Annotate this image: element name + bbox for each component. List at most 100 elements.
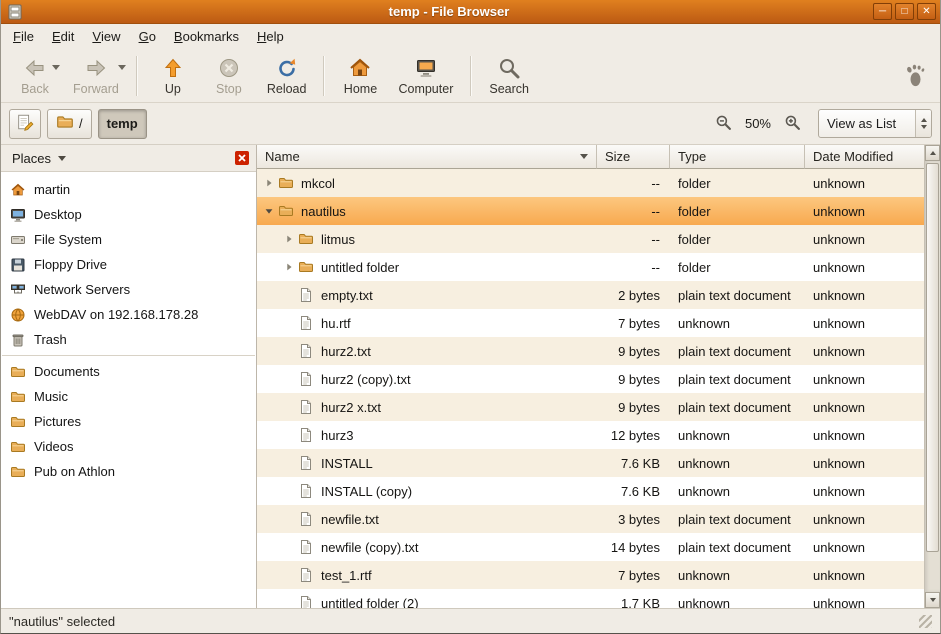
- expander-spacer: [281, 428, 296, 442]
- file-row-install-copy[interactable]: INSTALL (copy)7.6 KBunknownunknown: [257, 477, 924, 505]
- scroll-up-button[interactable]: [925, 145, 940, 161]
- file-row-install[interactable]: INSTALL7.6 KBunknownunknown: [257, 449, 924, 477]
- sidebar-item-music[interactable]: Music: [1, 384, 256, 409]
- trash-icon: [10, 332, 26, 348]
- view-mode-select[interactable]: View as List: [818, 109, 932, 138]
- file-row-untitled-folder-2[interactable]: untitled folder (2)1.7 KBunknownunknown: [257, 589, 924, 608]
- sidebar-item-trash[interactable]: Trash: [1, 327, 256, 352]
- sidebar-separator: [2, 355, 255, 356]
- sidebar-item-documents[interactable]: Documents: [1, 359, 256, 384]
- column-header-size[interactable]: Size: [597, 145, 670, 169]
- zoom-in-button[interactable]: [780, 112, 804, 136]
- sidebar-item-pub-on-athlon[interactable]: Pub on Athlon: [1, 459, 256, 484]
- toolbar-search-button[interactable]: Search: [479, 52, 539, 100]
- toolbar-home-button[interactable]: Home: [332, 52, 388, 100]
- combo-spinner-icon[interactable]: [915, 110, 931, 137]
- desktop-icon: [10, 207, 26, 223]
- expander-collapsed-icon[interactable]: [281, 232, 296, 246]
- expander-spacer: [281, 456, 296, 470]
- path-root-button[interactable]: /: [47, 109, 92, 139]
- toolbar-up-button[interactable]: Up: [145, 52, 201, 100]
- sidebar-item-file-system[interactable]: File System: [1, 227, 256, 252]
- sidebar-item-webdav-on-192-168-178-28[interactable]: WebDAV on 192.168.178.28: [1, 302, 256, 327]
- sidebar-item-network-servers[interactable]: Network Servers: [1, 277, 256, 302]
- search-icon: [497, 56, 521, 80]
- expander-collapsed-icon[interactable]: [281, 260, 296, 274]
- minimize-button[interactable]: ─: [873, 3, 892, 20]
- menu-item-file[interactable]: File: [4, 24, 43, 49]
- file-row-hu-rtf[interactable]: hu.rtf7 bytesunknownunknown: [257, 309, 924, 337]
- toolbar-computer-button[interactable]: Computer: [388, 52, 463, 100]
- toolbar-back-button: Back: [7, 52, 63, 100]
- up-icon: [161, 56, 185, 80]
- file-row-litmus[interactable]: litmus--folderunknown: [257, 225, 924, 253]
- home-icon: [348, 56, 372, 80]
- file-row-mkcol[interactable]: mkcol--folderunknown: [257, 169, 924, 197]
- close-button[interactable]: ✕: [917, 3, 936, 20]
- folder-icon: [10, 389, 26, 405]
- file-row-hurz3[interactable]: hurz312 bytesunknownunknown: [257, 421, 924, 449]
- file-row-untitled-folder[interactable]: untitled folder--folderunknown: [257, 253, 924, 281]
- toggle-location-entry-button[interactable]: [9, 109, 41, 139]
- sidebar-item-videos[interactable]: Videos: [1, 434, 256, 459]
- menu-item-go[interactable]: Go: [130, 24, 165, 49]
- expander-expanded-icon[interactable]: [261, 204, 276, 218]
- file-row-nautilus[interactable]: nautilus--folderunknown: [257, 197, 924, 225]
- sidebar-item-floppy-drive[interactable]: Floppy Drive: [1, 252, 256, 277]
- zoom-out-button[interactable]: [712, 112, 736, 136]
- file-row-test-1-rtf[interactable]: test_1.rtf7 bytesunknownunknown: [257, 561, 924, 589]
- scroll-down-button[interactable]: [925, 592, 940, 608]
- menu-item-edit[interactable]: Edit: [43, 24, 83, 49]
- scrollbar-track[interactable]: [925, 161, 940, 592]
- column-header-type[interactable]: Type: [670, 145, 805, 169]
- toolbar: BackForward UpStopReload HomeComputer Searc…: [1, 49, 940, 103]
- resize-grip[interactable]: [919, 615, 932, 628]
- sidebar-item-desktop[interactable]: Desktop: [1, 202, 256, 227]
- path-current-button[interactable]: temp: [98, 109, 147, 139]
- file-row-hurz2-copy-txt[interactable]: hurz2 (copy).txt9 bytesplain text docume…: [257, 365, 924, 393]
- expander-spacer: [281, 484, 296, 498]
- file-row-newfile-txt[interactable]: newfile.txt3 bytesplain text documentunk…: [257, 505, 924, 533]
- view-mode-label: View as List: [819, 116, 915, 131]
- menu-item-view[interactable]: View: [83, 24, 129, 49]
- folder-icon: [56, 113, 74, 134]
- toolbar-stop-button: Stop: [201, 52, 257, 100]
- file-icon: [298, 595, 315, 608]
- zoom-in-icon: [784, 114, 801, 134]
- note-edit-icon: [16, 113, 34, 134]
- close-sidebar-button[interactable]: [235, 151, 249, 165]
- places-list: martinDesktopFile SystemFloppy DriveNetw…: [1, 172, 256, 608]
- window-controls: ─□✕: [873, 3, 936, 20]
- menu-item-help[interactable]: Help: [248, 24, 293, 49]
- reload-icon: [275, 56, 299, 80]
- toolbar-reload-button[interactable]: Reload: [257, 52, 317, 100]
- folder-icon: [298, 259, 315, 275]
- column-header-date-modified[interactable]: Date Modified: [805, 145, 924, 169]
- column-header-name[interactable]: Name: [257, 145, 597, 169]
- gnome-throbber-icon: [902, 63, 928, 89]
- network-icon: [10, 282, 26, 298]
- scrollbar-thumb[interactable]: [926, 163, 939, 552]
- maximize-button[interactable]: □: [895, 3, 914, 20]
- file-icon: [298, 539, 315, 555]
- sidebar-item-martin[interactable]: martin: [1, 177, 256, 202]
- vertical-scrollbar[interactable]: [924, 145, 940, 608]
- file-row-hurz2-x-txt[interactable]: hurz2 x.txt9 bytesplain text documentunk…: [257, 393, 924, 421]
- menubar: FileEditViewGoBookmarksHelp: [1, 24, 940, 49]
- file-icon: [298, 371, 315, 387]
- sidebar-item-pictures[interactable]: Pictures: [1, 409, 256, 434]
- file-icon: [298, 455, 315, 471]
- arrow-up-icon: [930, 151, 936, 155]
- zoom-level: 50%: [745, 116, 771, 131]
- file-row-empty-txt[interactable]: empty.txt2 bytesplain text documentunkno…: [257, 281, 924, 309]
- file-row-newfile-copy-txt[interactable]: newfile (copy).txt14 bytesplain text doc…: [257, 533, 924, 561]
- file-row-hurz2-txt[interactable]: hurz2.txt9 bytesplain text documentunkno…: [257, 337, 924, 365]
- toolbar-forward-button: Forward: [63, 52, 129, 100]
- menu-item-bookmarks[interactable]: Bookmarks: [165, 24, 248, 49]
- places-selector[interactable]: Places: [8, 149, 70, 168]
- titlebar[interactable]: temp - File Browser ─□✕: [1, 0, 940, 24]
- file-icon: [298, 287, 315, 303]
- expander-spacer: [281, 372, 296, 386]
- expander-collapsed-icon[interactable]: [261, 176, 276, 190]
- webdav-icon: [10, 307, 26, 323]
